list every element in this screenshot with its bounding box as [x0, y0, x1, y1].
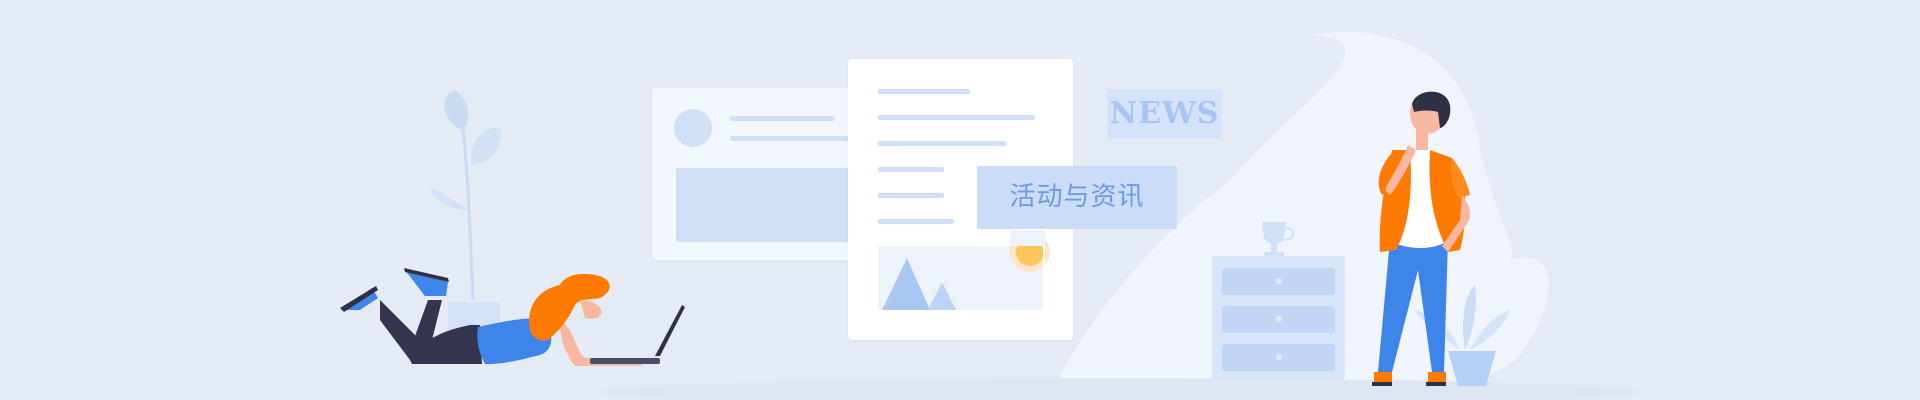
man-thinking-illustration [1372, 91, 1470, 386]
banner-illustration: NEWS 活动与资讯 [0, 0, 1920, 400]
